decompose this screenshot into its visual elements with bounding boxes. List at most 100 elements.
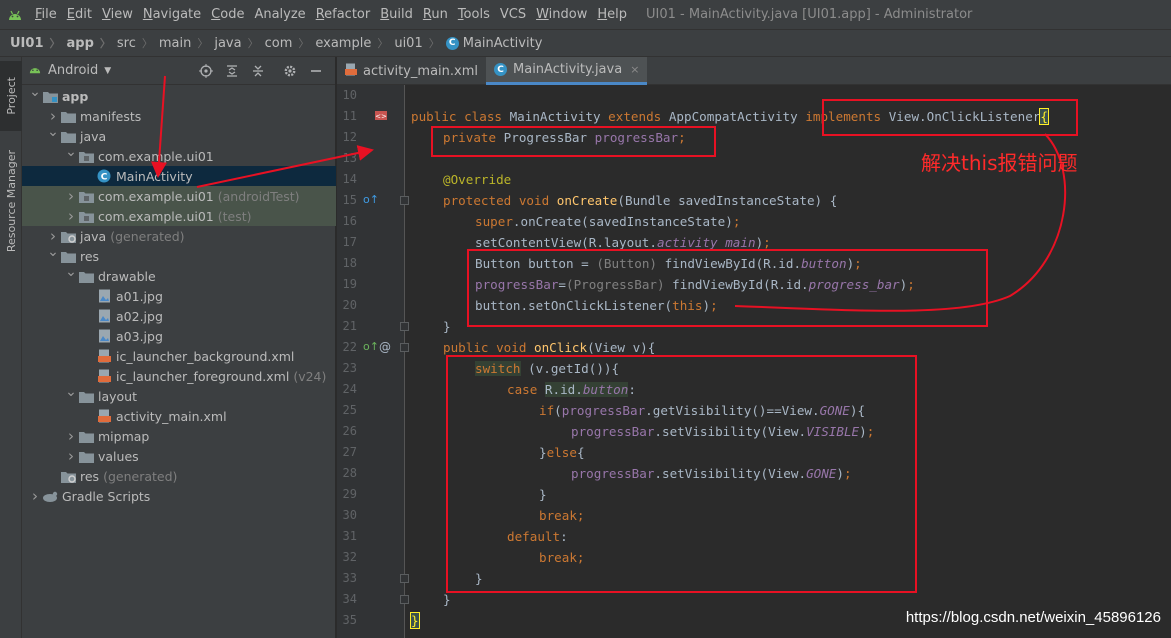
breadcrumb-item[interactable]: com 〉	[265, 35, 316, 51]
tab-main-activity-java[interactable]: C MainActivity.java ×	[486, 57, 648, 85]
tree-item-label: com.example.ui01	[98, 148, 214, 164]
project-view-selector[interactable]: Android ▼	[48, 63, 111, 78]
gear-icon[interactable]	[277, 57, 303, 85]
chevron-down-icon[interactable]: ⌄	[28, 84, 42, 100]
tree-item[interactable]: ⌄ layout	[22, 384, 336, 406]
code-line-21: }	[443, 316, 451, 337]
menu-item[interactable]: Tools	[453, 0, 495, 29]
menu-bar: File Edit View Navigate Code Analyze Refactor B…	[0, 0, 1171, 29]
layout-preview-icon[interactable]: <>	[375, 109, 389, 124]
implement-icon[interactable]: o↑	[363, 340, 379, 353]
locate-icon[interactable]	[193, 57, 219, 85]
breadcrumb-item[interactable]: UI01 〉	[10, 35, 66, 51]
tree-item[interactable]: › manifests	[22, 106, 336, 126]
menu-item[interactable]: VCS	[495, 0, 531, 29]
project-tool-button[interactable]: Project	[0, 61, 22, 131]
chevron-right-icon[interactable]: ›	[46, 227, 60, 245]
tree-item[interactable]: ⌄ com.example.ui01	[22, 144, 336, 166]
menu-item[interactable]: Navigate	[138, 0, 206, 29]
menu-mnemonic: H	[597, 7, 608, 22]
chevron-down-icon[interactable]: ⌄	[46, 244, 60, 260]
fold-marker-icon[interactable]	[400, 196, 409, 205]
line-number: 33	[342, 571, 357, 585]
chevron-down-icon[interactable]: ⌄	[46, 124, 60, 140]
tree-item-label: ic_launcher_background.xml	[116, 348, 295, 364]
tree-item[interactable]: ic_launcher_background.xml	[22, 346, 336, 366]
menu-item[interactable]: View	[97, 0, 138, 29]
tree-item[interactable]: › com.example.ui01 (androidTest)	[22, 186, 336, 206]
project-panel: Android ▼ ⌄ app › manifests ⌄ java ⌄ com.exampl…	[22, 57, 336, 638]
menu-item[interactable]: Build	[375, 0, 418, 29]
folder-icon	[60, 128, 76, 144]
tree-item[interactable]: › values	[22, 446, 336, 466]
chevron-right-icon[interactable]: ›	[46, 107, 60, 125]
tree-item[interactable]: res (generated)	[22, 466, 336, 486]
tree-item-label: layout	[98, 388, 138, 404]
menu-item[interactable]: File	[30, 0, 62, 29]
breadcrumb-item[interactable]: main 〉	[159, 35, 214, 51]
menu-item[interactable]: Window	[531, 0, 592, 29]
folder-icon	[78, 448, 94, 464]
chevron-right-icon[interactable]: ›	[64, 427, 78, 445]
tree-item[interactable]: ⌄ java	[22, 124, 336, 146]
tree-item[interactable]: a02.jpg	[22, 306, 336, 326]
breadcrumb-item[interactable]: java 〉	[214, 35, 264, 51]
breadcrumb-item[interactable]: app 〉	[66, 35, 116, 51]
tree-item-label: a03.jpg	[116, 328, 163, 344]
tree-item-label: com.example.ui01	[98, 208, 214, 224]
fold-marker-icon[interactable]	[400, 595, 409, 604]
tree-item[interactable]: a03.jpg	[22, 326, 336, 346]
tree-item[interactable]: › mipmap	[22, 426, 336, 446]
menu-item[interactable]: Code	[206, 0, 249, 29]
annotation-icon[interactable]: @	[379, 340, 391, 354]
menu-label: elp	[607, 7, 628, 22]
line-number: 13	[342, 151, 357, 165]
minimize-icon[interactable]	[303, 57, 329, 85]
chevron-down-icon[interactable]: ⌄	[64, 384, 78, 400]
chevron-right-icon[interactable]: ›	[64, 207, 78, 225]
tree-item[interactable]: › Gradle Scripts	[22, 486, 336, 506]
close-icon[interactable]: ×	[630, 63, 639, 76]
tree-item[interactable]: a01.jpg	[22, 286, 336, 306]
menu-item[interactable]: Help	[592, 0, 632, 29]
tree-item[interactable]: activity_main.xml	[22, 406, 336, 426]
tree-item-label: activity_main.xml	[116, 408, 227, 424]
annotation-box-oncreate	[467, 249, 988, 327]
expand-all-icon[interactable]	[219, 57, 245, 85]
code-token: public void	[443, 340, 534, 355]
breadcrumb-item[interactable]: ui01 〉	[394, 35, 445, 51]
tree-item[interactable]: C MainActivity	[22, 166, 336, 186]
chevron-right-icon[interactable]: ›	[64, 187, 78, 205]
menu-label: dit	[75, 7, 92, 22]
tree-item[interactable]: › java (generated)	[22, 226, 336, 246]
breadcrumb-item[interactable]: src 〉	[117, 35, 159, 51]
tree-item[interactable]: ⌄ drawable	[22, 264, 336, 286]
chevron-down-icon[interactable]: ⌄	[64, 264, 78, 280]
folder-icon	[60, 248, 76, 264]
menu-item[interactable]: Edit	[62, 0, 97, 29]
fold-marker-icon[interactable]	[400, 322, 409, 331]
tab-activity-main-xml[interactable]: activity_main.xml	[337, 57, 486, 85]
chevron-right-icon[interactable]: ›	[28, 487, 42, 505]
line-number: 18	[342, 256, 357, 270]
menu-item[interactable]: Refactor	[311, 0, 376, 29]
collapse-all-icon[interactable]	[245, 57, 271, 85]
chevron-right-icon[interactable]: ›	[64, 447, 78, 465]
menu-item[interactable]: Run	[418, 0, 453, 29]
tree-item[interactable]: ⌄ res	[22, 244, 336, 266]
resource-manager-tool-button[interactable]: Resource Manager	[0, 141, 22, 261]
android-icon	[28, 63, 42, 78]
menu-label: ools	[463, 7, 490, 22]
override-icon[interactable]: o↑	[363, 193, 379, 206]
breadcrumb-item[interactable]: C MainActivity	[445, 36, 542, 51]
tree-item[interactable]: ic_launcher_foreground.xml (v24)	[22, 366, 336, 386]
tree-item[interactable]: ⌄ app	[22, 84, 336, 106]
fold-marker-icon[interactable]	[400, 574, 409, 583]
menu-item[interactable]: Analyze	[249, 0, 310, 29]
breadcrumb-item[interactable]: example 〉	[315, 35, 394, 51]
tree-item[interactable]: › com.example.ui01 (test)	[22, 206, 336, 226]
class-icon: C	[494, 63, 508, 76]
breadcrumb: UI01 〉 app 〉 src 〉 main 〉 java 〉 com 〉 example 〉 ui01 〉…	[0, 29, 1171, 57]
fold-marker-icon[interactable]	[400, 343, 409, 352]
chevron-down-icon[interactable]: ⌄	[64, 144, 78, 160]
